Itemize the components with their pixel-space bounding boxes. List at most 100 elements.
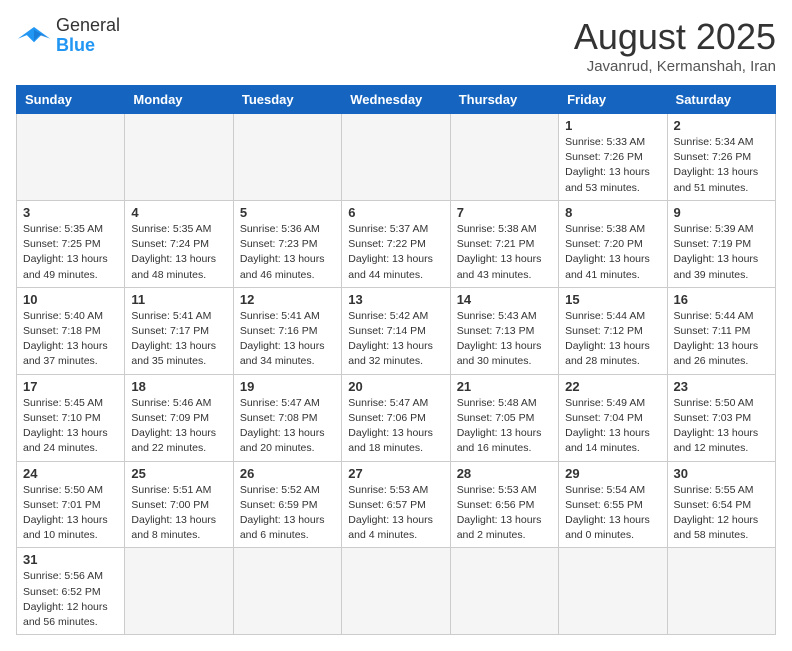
- day-info: Sunrise: 5:47 AM Sunset: 7:08 PM Dayligh…: [240, 396, 335, 457]
- calendar-cell: [233, 548, 341, 635]
- weekday-header-tuesday: Tuesday: [233, 86, 341, 114]
- day-number: 19: [240, 379, 335, 394]
- calendar-cell: [559, 548, 667, 635]
- day-info: Sunrise: 5:36 AM Sunset: 7:23 PM Dayligh…: [240, 222, 335, 283]
- day-info: Sunrise: 5:34 AM Sunset: 7:26 PM Dayligh…: [674, 135, 769, 196]
- calendar-cell: 24 Sunrise: 5:50 AM Sunset: 7:01 PM Dayli…: [17, 461, 125, 548]
- day-number: 13: [348, 292, 443, 307]
- day-info: Sunrise: 5:53 AM Sunset: 6:57 PM Dayligh…: [348, 483, 443, 544]
- day-info: Sunrise: 5:46 AM Sunset: 7:09 PM Dayligh…: [131, 396, 226, 457]
- calendar-cell: 19 Sunrise: 5:47 AM Sunset: 7:08 PM Dayli…: [233, 374, 341, 461]
- weekday-header-monday: Monday: [125, 86, 233, 114]
- day-number: 18: [131, 379, 226, 394]
- day-number: 31: [23, 552, 118, 567]
- day-info: Sunrise: 5:56 AM Sunset: 6:52 PM Dayligh…: [23, 569, 118, 630]
- day-number: 27: [348, 466, 443, 481]
- day-info: Sunrise: 5:38 AM Sunset: 7:20 PM Dayligh…: [565, 222, 660, 283]
- day-number: 14: [457, 292, 552, 307]
- calendar-cell: 3Sunrise: 5:35 AM Sunset: 7:25 PM Daylig…: [17, 200, 125, 287]
- calendar-cell: 23Sunrise: 5:50 AM Sunset: 7:03 PM Dayli…: [667, 374, 775, 461]
- calendar-cell: 10 Sunrise: 5:40 AM Sunset: 7:18 PM Dayli…: [17, 287, 125, 374]
- weekday-header-row: SundayMondayTuesdayWednesdayThursdayFrid…: [17, 86, 776, 114]
- day-info: Sunrise: 5:35 AM Sunset: 7:24 PM Dayligh…: [131, 222, 226, 283]
- calendar-row-2: 10 Sunrise: 5:40 AM Sunset: 7:18 PM Dayli…: [17, 287, 776, 374]
- location-subtitle: Javanrud, Kermanshah, Iran: [574, 58, 776, 75]
- day-number: 30: [674, 466, 769, 481]
- calendar-row-1: 3Sunrise: 5:35 AM Sunset: 7:25 PM Daylig…: [17, 200, 776, 287]
- calendar-row-5: 31 Sunrise: 5:56 AM Sunset: 6:52 PM Dayli…: [17, 548, 776, 635]
- calendar-cell: 27 Sunrise: 5:53 AM Sunset: 6:57 PM Dayli…: [342, 461, 450, 548]
- calendar-row-4: 24 Sunrise: 5:50 AM Sunset: 7:01 PM Dayli…: [17, 461, 776, 548]
- day-info: Sunrise: 5:42 AM Sunset: 7:14 PM Dayligh…: [348, 309, 443, 370]
- logo: GeneralBlue: [16, 16, 120, 56]
- day-number: 9: [674, 205, 769, 220]
- weekday-header-friday: Friday: [559, 86, 667, 114]
- calendar-cell: 15Sunrise: 5:44 AM Sunset: 7:12 PM Dayli…: [559, 287, 667, 374]
- calendar-cell: 9 Sunrise: 5:39 AM Sunset: 7:19 PM Daylig…: [667, 200, 775, 287]
- calendar-cell: 14Sunrise: 5:43 AM Sunset: 7:13 PM Dayli…: [450, 287, 558, 374]
- day-number: 5: [240, 205, 335, 220]
- calendar-cell: [342, 548, 450, 635]
- calendar-cell: [125, 548, 233, 635]
- day-info: Sunrise: 5:47 AM Sunset: 7:06 PM Dayligh…: [348, 396, 443, 457]
- calendar-cell: 6 Sunrise: 5:37 AM Sunset: 7:22 PM Daylig…: [342, 200, 450, 287]
- calendar-cell: [125, 114, 233, 201]
- calendar-cell: 4Sunrise: 5:35 AM Sunset: 7:24 PM Daylig…: [125, 200, 233, 287]
- calendar-cell: 7Sunrise: 5:38 AM Sunset: 7:21 PM Daylig…: [450, 200, 558, 287]
- day-info: Sunrise: 5:53 AM Sunset: 6:56 PM Dayligh…: [457, 483, 552, 544]
- day-info: Sunrise: 5:50 AM Sunset: 7:03 PM Dayligh…: [674, 396, 769, 457]
- day-number: 1: [565, 118, 660, 133]
- day-number: 2: [674, 118, 769, 133]
- calendar-cell: 13 Sunrise: 5:42 AM Sunset: 7:14 PM Dayli…: [342, 287, 450, 374]
- day-number: 29: [565, 466, 660, 481]
- calendar-row-0: 1 Sunrise: 5:33 AM Sunset: 7:26 PM Daylig…: [17, 114, 776, 201]
- calendar-cell: [233, 114, 341, 201]
- day-number: 7: [457, 205, 552, 220]
- page-header: GeneralBlue August 2025 Javanrud, Kerman…: [16, 16, 776, 75]
- day-info: Sunrise: 5:39 AM Sunset: 7:19 PM Dayligh…: [674, 222, 769, 283]
- calendar-cell: [667, 548, 775, 635]
- day-number: 25: [131, 466, 226, 481]
- calendar-cell: 25Sunrise: 5:51 AM Sunset: 7:00 PM Dayli…: [125, 461, 233, 548]
- calendar-cell: 21Sunrise: 5:48 AM Sunset: 7:05 PM Dayli…: [450, 374, 558, 461]
- calendar-cell: 20 Sunrise: 5:47 AM Sunset: 7:06 PM Dayli…: [342, 374, 450, 461]
- calendar-row-3: 17Sunrise: 5:45 AM Sunset: 7:10 PM Dayli…: [17, 374, 776, 461]
- day-info: Sunrise: 5:41 AM Sunset: 7:16 PM Dayligh…: [240, 309, 335, 370]
- day-info: Sunrise: 5:37 AM Sunset: 7:22 PM Dayligh…: [348, 222, 443, 283]
- day-number: 24: [23, 466, 118, 481]
- day-info: Sunrise: 5:41 AM Sunset: 7:17 PM Dayligh…: [131, 309, 226, 370]
- day-info: Sunrise: 5:45 AM Sunset: 7:10 PM Dayligh…: [23, 396, 118, 457]
- day-number: 8: [565, 205, 660, 220]
- day-number: 3: [23, 205, 118, 220]
- calendar-cell: [342, 114, 450, 201]
- day-info: Sunrise: 5:44 AM Sunset: 7:11 PM Dayligh…: [674, 309, 769, 370]
- calendar-cell: 16Sunrise: 5:44 AM Sunset: 7:11 PM Dayli…: [667, 287, 775, 374]
- day-number: 10: [23, 292, 118, 307]
- day-number: 20: [348, 379, 443, 394]
- calendar-table: SundayMondayTuesdayWednesdayThursdayFrid…: [16, 85, 776, 635]
- day-info: Sunrise: 5:55 AM Sunset: 6:54 PM Dayligh…: [674, 483, 769, 544]
- calendar-cell: [450, 548, 558, 635]
- calendar-cell: 18 Sunrise: 5:46 AM Sunset: 7:09 PM Dayli…: [125, 374, 233, 461]
- calendar-cell: 1 Sunrise: 5:33 AM Sunset: 7:26 PM Daylig…: [559, 114, 667, 201]
- day-info: Sunrise: 5:48 AM Sunset: 7:05 PM Dayligh…: [457, 396, 552, 457]
- day-info: Sunrise: 5:50 AM Sunset: 7:01 PM Dayligh…: [23, 483, 118, 544]
- day-info: Sunrise: 5:40 AM Sunset: 7:18 PM Dayligh…: [23, 309, 118, 370]
- day-number: 26: [240, 466, 335, 481]
- weekday-header-thursday: Thursday: [450, 86, 558, 114]
- day-number: 15: [565, 292, 660, 307]
- day-number: 6: [348, 205, 443, 220]
- calendar-cell: 31 Sunrise: 5:56 AM Sunset: 6:52 PM Dayli…: [17, 548, 125, 635]
- logo-text: GeneralBlue: [56, 16, 120, 56]
- day-info: Sunrise: 5:52 AM Sunset: 6:59 PM Dayligh…: [240, 483, 335, 544]
- weekday-header-sunday: Sunday: [17, 86, 125, 114]
- day-info: Sunrise: 5:33 AM Sunset: 7:26 PM Dayligh…: [565, 135, 660, 196]
- calendar-cell: 12Sunrise: 5:41 AM Sunset: 7:16 PM Dayli…: [233, 287, 341, 374]
- calendar-cell: [17, 114, 125, 201]
- weekday-header-wednesday: Wednesday: [342, 86, 450, 114]
- calendar-cell: 11 Sunrise: 5:41 AM Sunset: 7:17 PM Dayli…: [125, 287, 233, 374]
- day-number: 11: [131, 292, 226, 307]
- calendar-cell: [450, 114, 558, 201]
- calendar-cell: 17Sunrise: 5:45 AM Sunset: 7:10 PM Dayli…: [17, 374, 125, 461]
- calendar-cell: 2 Sunrise: 5:34 AM Sunset: 7:26 PM Daylig…: [667, 114, 775, 201]
